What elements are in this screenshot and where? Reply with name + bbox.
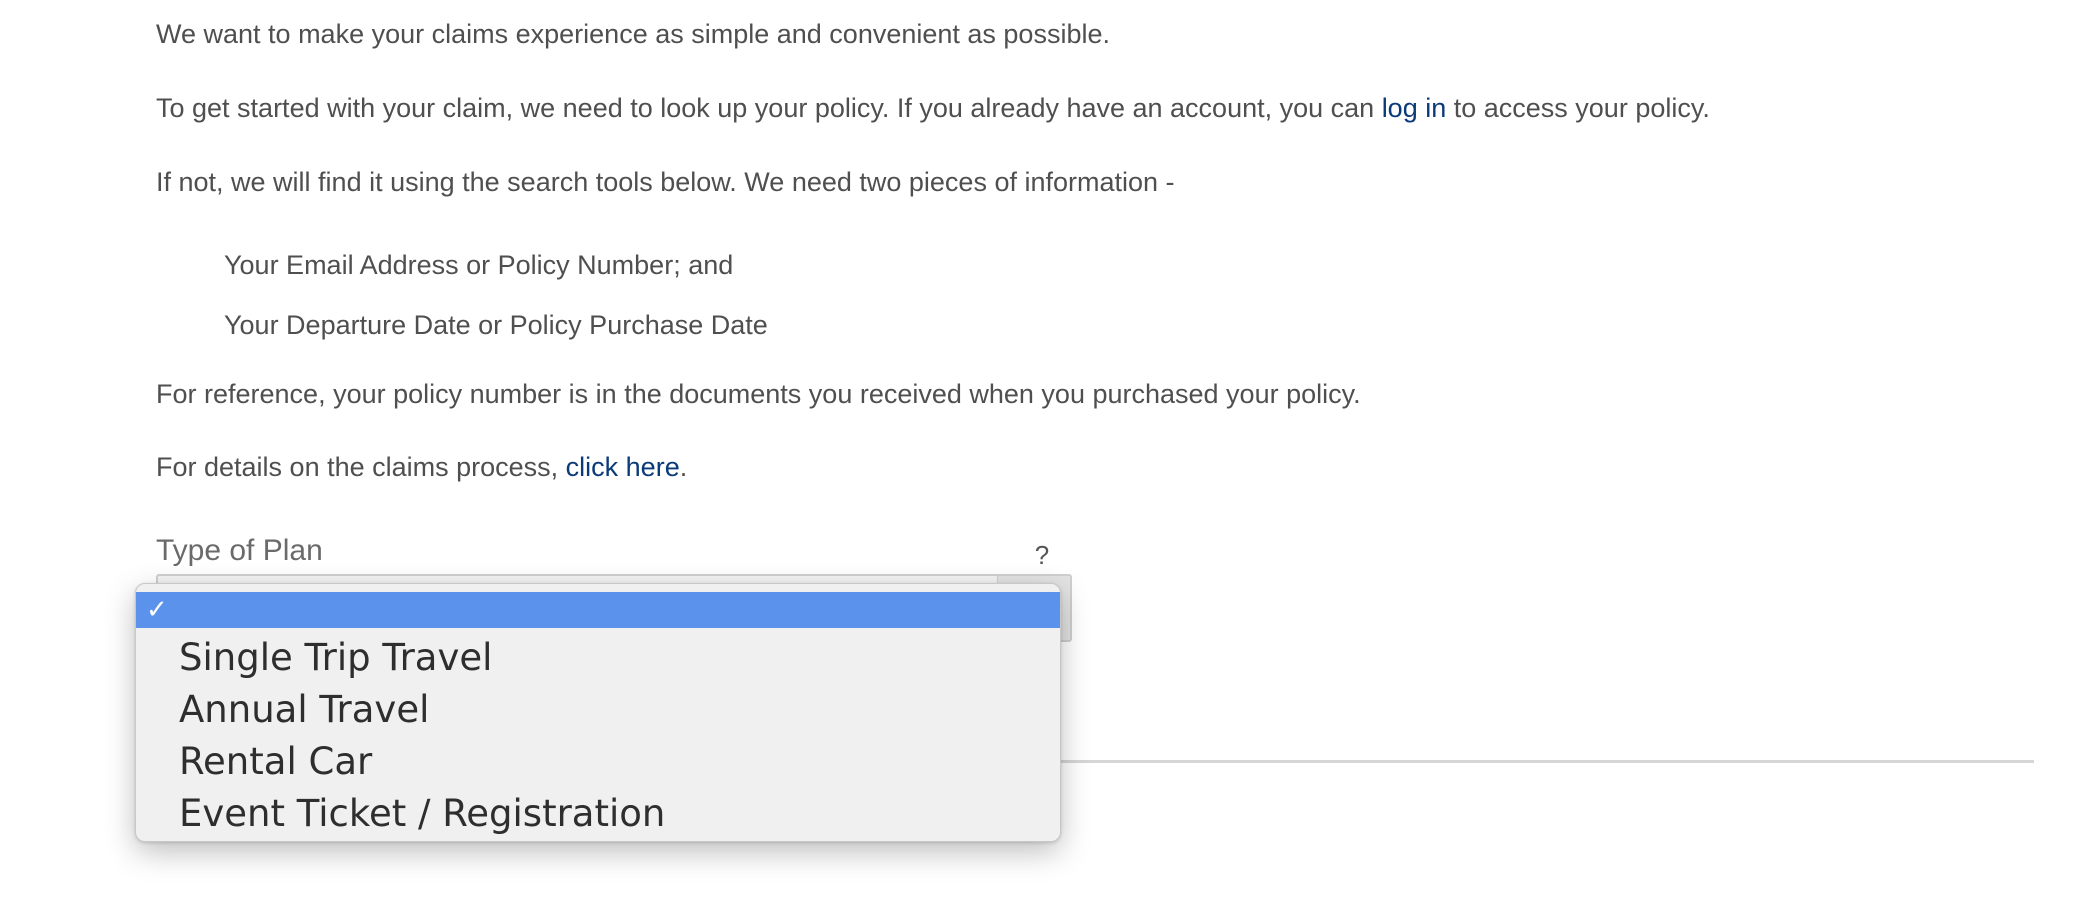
details-text-after: . bbox=[679, 452, 688, 482]
login-link[interactable]: log in bbox=[1382, 93, 1447, 123]
intro-text: We want to make your claims experience a… bbox=[156, 16, 1110, 52]
search-info-line: If not, we will find it using the search… bbox=[156, 167, 1175, 197]
dropdown-option-label: Rental Car bbox=[179, 740, 373, 783]
login-text: To get started with your claim, we need … bbox=[156, 90, 1710, 126]
dropdown-option-single-trip[interactable]: Single Trip Travel bbox=[136, 632, 1060, 684]
intro-line-1: We want to make your claims experience a… bbox=[156, 19, 1110, 49]
plan-type-dropdown[interactable]: ✓ Single Trip Travel Annual Travel Renta… bbox=[135, 583, 1061, 842]
login-text-before: To get started with your claim, we need … bbox=[156, 93, 1382, 123]
details-text: For details on the claims process, click… bbox=[156, 449, 687, 485]
details-text-before: For details on the claims process, bbox=[156, 452, 566, 482]
requirement-item-1: Your Email Address or Policy Number; and bbox=[224, 247, 733, 283]
dropdown-option-label: Annual Travel bbox=[179, 688, 430, 731]
checkmark-icon: ✓ bbox=[146, 595, 168, 625]
dropdown-option-rental-car[interactable]: Rental Car bbox=[136, 736, 1060, 788]
login-text-after: to access your policy. bbox=[1446, 93, 1710, 123]
requirement-item-1-text: Your Email Address or Policy Number; and bbox=[224, 250, 734, 280]
click-here-link[interactable]: click here bbox=[566, 452, 680, 482]
reference-text: For reference, your policy number is in … bbox=[156, 376, 1361, 412]
dropdown-option-label: Event Ticket / Registration bbox=[179, 792, 666, 835]
dropdown-option-label: Single Trip Travel bbox=[179, 636, 493, 679]
dropdown-option-blank[interactable]: ✓ bbox=[136, 592, 1060, 628]
requirement-item-2: Your Departure Date or Policy Purchase D… bbox=[224, 307, 768, 343]
dropdown-option-event-ticket[interactable]: Event Ticket / Registration bbox=[136, 788, 1060, 840]
search-info-text: If not, we will find it using the search… bbox=[156, 164, 1175, 200]
section-divider bbox=[1060, 760, 2034, 763]
help-icon[interactable]: ? bbox=[1030, 538, 1054, 572]
reference-line: For reference, your policy number is in … bbox=[156, 379, 1361, 409]
claims-page: We want to make your claims experience a… bbox=[0, 0, 2096, 900]
dropdown-option-annual[interactable]: Annual Travel bbox=[136, 684, 1060, 736]
plan-type-label: Type of Plan bbox=[156, 534, 323, 567]
requirement-item-2-text: Your Departure Date or Policy Purchase D… bbox=[224, 310, 768, 340]
